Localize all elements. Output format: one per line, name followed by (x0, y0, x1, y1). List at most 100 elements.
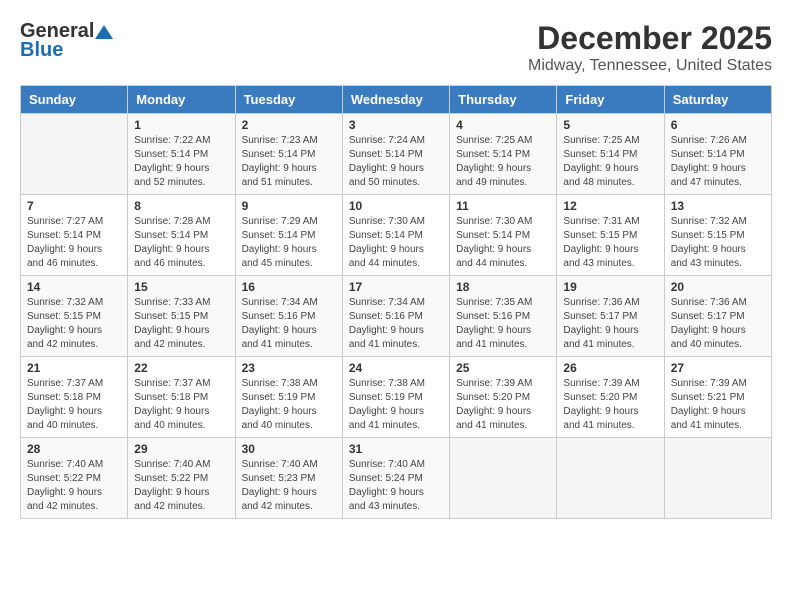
day-number: 8 (134, 199, 228, 213)
day-number: 2 (242, 118, 336, 132)
calendar-cell: 27Sunrise: 7:39 AM Sunset: 5:21 PM Dayli… (664, 357, 771, 438)
day-number: 1 (134, 118, 228, 132)
header-friday: Friday (557, 86, 664, 114)
cell-content: Sunrise: 7:29 AM Sunset: 5:14 PM Dayligh… (242, 215, 336, 271)
calendar-cell: 29 Sunrise: 7:40 AM Sunset: 5:22 PM Dayli… (128, 438, 235, 519)
day-number: 3 (349, 118, 443, 132)
cell-content: Sunrise: 7:26 AM Sunset: 5:14 PM Dayligh… (671, 134, 765, 190)
day-number: 11 (456, 199, 550, 213)
cell-content: Sunrise: 7:25 AM Sunset: 5:14 PM Dayligh… (563, 134, 657, 190)
calendar-cell: 20 Sunrise: 7:36 AM Sunset: 5:17 PM Dayli… (664, 276, 771, 357)
cell-content: Sunrise: 7:40 AM Sunset: 5:23 PM Dayligh… (242, 458, 336, 514)
calendar-table: SundayMondayTuesdayWednesdayThursdayFrid… (20, 85, 772, 519)
calendar-cell (557, 438, 664, 519)
calendar-subtitle: Midway, Tennessee, United States (528, 57, 772, 75)
calendar-cell: 24 Sunrise: 7:38 AM Sunset: 5:19 PM Dayli… (342, 357, 449, 438)
cell-content: Sunrise: 7:28 AM Sunset: 5:14 PM Dayligh… (134, 215, 228, 271)
day-number: 25 (456, 361, 550, 375)
day-number: 20 (671, 280, 765, 294)
day-number: 22 (134, 361, 228, 375)
calendar-cell: 6 Sunrise: 7:26 AM Sunset: 5:14 PM Daylig… (664, 114, 771, 195)
calendar-cell: 15 Sunrise: 7:33 AM Sunset: 5:15 PM Dayli… (128, 276, 235, 357)
calendar-cell: 25 Sunrise: 7:39 AM Sunset: 5:20 PM Dayli… (450, 357, 557, 438)
calendar-cell (450, 438, 557, 519)
calendar-cell: 3 Sunrise: 7:24 AM Sunset: 5:14 PM Daylig… (342, 114, 449, 195)
calendar-cell: 2 Sunrise: 7:23 AM Sunset: 5:14 PM Daylig… (235, 114, 342, 195)
calendar-cell: 30 Sunrise: 7:40 AM Sunset: 5:23 PM Dayli… (235, 438, 342, 519)
cell-content: Sunrise: 7:38 AM Sunset: 5:19 PM Dayligh… (349, 377, 443, 433)
cell-content: Sunrise: 7:39 AM Sunset: 5:20 PM Dayligh… (563, 377, 657, 433)
cell-content: Sunrise: 7:35 AM Sunset: 5:16 PM Dayligh… (456, 296, 550, 352)
day-number: 6 (671, 118, 765, 132)
calendar-cell: 4 Sunrise: 7:25 AM Sunset: 5:14 PM Daylig… (450, 114, 557, 195)
calendar-cell: 1 Sunrise: 7:22 AM Sunset: 5:14 PM Daylig… (128, 114, 235, 195)
calendar-cell: 14Sunrise: 7:32 AM Sunset: 5:15 PM Dayli… (21, 276, 128, 357)
cell-content: Sunrise: 7:40 AM Sunset: 5:22 PM Dayligh… (27, 458, 121, 514)
calendar-week-2: 7 Sunrise: 7:27 AM Sunset: 5:14 PM Daylig… (21, 195, 772, 276)
header-wednesday: Wednesday (342, 86, 449, 114)
day-number: 7 (27, 199, 121, 213)
day-number: 19 (563, 280, 657, 294)
day-number: 14 (27, 280, 121, 294)
calendar-cell: 10 Sunrise: 7:30 AM Sunset: 5:14 PM Dayli… (342, 195, 449, 276)
day-number: 26 (563, 361, 657, 375)
header-tuesday: Tuesday (235, 86, 342, 114)
calendar-cell: 13 Sunrise: 7:32 AM Sunset: 5:15 PM Dayli… (664, 195, 771, 276)
calendar-cell: 18 Sunrise: 7:35 AM Sunset: 5:16 PM Dayli… (450, 276, 557, 357)
cell-content: Sunrise: 7:32 AM Sunset: 5:15 PM Dayligh… (671, 215, 765, 271)
day-number: 24 (349, 361, 443, 375)
calendar-title: December 2025 (528, 20, 772, 57)
cell-content: Sunrise: 7:31 AM Sunset: 5:15 PM Dayligh… (563, 215, 657, 271)
cell-content: Sunrise: 7:27 AM Sunset: 5:14 PM Dayligh… (27, 215, 121, 271)
calendar-cell: 21 Sunrise: 7:37 AM Sunset: 5:18 PM Dayli… (21, 357, 128, 438)
calendar-cell: 16 Sunrise: 7:34 AM Sunset: 5:16 PM Dayli… (235, 276, 342, 357)
cell-content: Sunrise: 7:36 AM Sunset: 5:17 PM Dayligh… (671, 296, 765, 352)
calendar-cell (21, 114, 128, 195)
day-number: 29 (134, 442, 228, 456)
calendar-cell: 28Sunrise: 7:40 AM Sunset: 5:22 PM Dayli… (21, 438, 128, 519)
day-number: 15 (134, 280, 228, 294)
day-number: 10 (349, 199, 443, 213)
cell-content: Sunrise: 7:33 AM Sunset: 5:15 PM Dayligh… (134, 296, 228, 352)
cell-content: Sunrise: 7:37 AM Sunset: 5:18 PM Dayligh… (27, 377, 121, 433)
calendar-header-row: SundayMondayTuesdayWednesdayThursdayFrid… (21, 86, 772, 114)
cell-content: Sunrise: 7:25 AM Sunset: 5:14 PM Dayligh… (456, 134, 550, 190)
calendar-cell: 12 Sunrise: 7:31 AM Sunset: 5:15 PM Dayli… (557, 195, 664, 276)
day-number: 12 (563, 199, 657, 213)
cell-content: Sunrise: 7:39 AM Sunset: 5:21 PM Dayligh… (671, 377, 765, 433)
cell-content: Sunrise: 7:22 AM Sunset: 5:14 PM Dayligh… (134, 134, 228, 190)
calendar-cell: 17Sunrise: 7:34 AM Sunset: 5:16 PM Dayli… (342, 276, 449, 357)
calendar-cell: 23Sunrise: 7:38 AM Sunset: 5:19 PM Dayli… (235, 357, 342, 438)
calendar-cell: 31Sunrise: 7:40 AM Sunset: 5:24 PM Dayli… (342, 438, 449, 519)
cell-content: Sunrise: 7:37 AM Sunset: 5:18 PM Dayligh… (134, 377, 228, 433)
day-number: 18 (456, 280, 550, 294)
day-number: 21 (27, 361, 121, 375)
cell-content: Sunrise: 7:36 AM Sunset: 5:17 PM Dayligh… (563, 296, 657, 352)
day-number: 9 (242, 199, 336, 213)
day-number: 17 (349, 280, 443, 294)
logo-icon (95, 23, 113, 41)
cell-content: Sunrise: 7:39 AM Sunset: 5:20 PM Dayligh… (456, 377, 550, 433)
page-header: General Blue December 2025 Midway, Tenne… (20, 20, 772, 75)
cell-content: Sunrise: 7:40 AM Sunset: 5:24 PM Dayligh… (349, 458, 443, 514)
header-monday: Monday (128, 86, 235, 114)
header-sunday: Sunday (21, 86, 128, 114)
day-number: 30 (242, 442, 336, 456)
day-number: 13 (671, 199, 765, 213)
calendar-cell: 5 Sunrise: 7:25 AM Sunset: 5:14 PM Daylig… (557, 114, 664, 195)
day-number: 4 (456, 118, 550, 132)
cell-content: Sunrise: 7:23 AM Sunset: 5:14 PM Dayligh… (242, 134, 336, 190)
calendar-week-1: 1 Sunrise: 7:22 AM Sunset: 5:14 PM Daylig… (21, 114, 772, 195)
calendar-cell: 22 Sunrise: 7:37 AM Sunset: 5:18 PM Dayli… (128, 357, 235, 438)
cell-content: Sunrise: 7:24 AM Sunset: 5:14 PM Dayligh… (349, 134, 443, 190)
day-number: 5 (563, 118, 657, 132)
header-thursday: Thursday (450, 86, 557, 114)
day-number: 23 (242, 361, 336, 375)
calendar-week-5: 28Sunrise: 7:40 AM Sunset: 5:22 PM Dayli… (21, 438, 772, 519)
calendar-cell: 11Sunrise: 7:30 AM Sunset: 5:14 PM Dayli… (450, 195, 557, 276)
calendar-week-3: 14Sunrise: 7:32 AM Sunset: 5:15 PM Dayli… (21, 276, 772, 357)
cell-content: Sunrise: 7:30 AM Sunset: 5:14 PM Dayligh… (349, 215, 443, 271)
cell-content: Sunrise: 7:40 AM Sunset: 5:22 PM Dayligh… (134, 458, 228, 514)
day-number: 16 (242, 280, 336, 294)
cell-content: Sunrise: 7:34 AM Sunset: 5:16 PM Dayligh… (242, 296, 336, 352)
